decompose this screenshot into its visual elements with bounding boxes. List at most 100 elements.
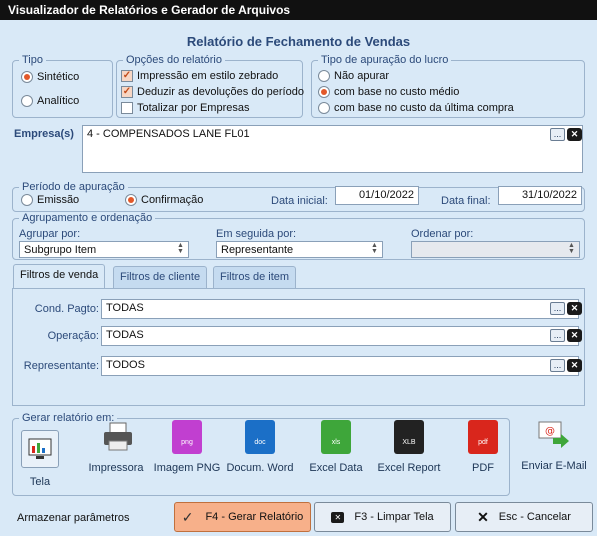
periodo-legend: Período de apuração bbox=[19, 181, 128, 193]
empresas-browse-button[interactable]: ... bbox=[550, 128, 565, 141]
svg-text:@: @ bbox=[545, 426, 555, 437]
operacao-browse-button[interactable]: ... bbox=[550, 329, 565, 342]
output-tela-label: Tela bbox=[29, 476, 51, 488]
cancelar-label: Esc - Cancelar bbox=[498, 511, 571, 523]
cond-pagto-clear-button[interactable]: ✕ bbox=[567, 302, 582, 315]
filtro-operacao-label: Operação: bbox=[47, 330, 99, 342]
lucro-custo-medio-radio[interactable]: com base no custo médio bbox=[318, 86, 459, 98]
output-word-button[interactable]: doc Docum. Word bbox=[225, 420, 295, 474]
email-send-icon: @ bbox=[537, 418, 571, 452]
ordenar-label: Ordenar por: bbox=[411, 228, 474, 240]
data-inicial-input[interactable]: 01/10/2022 bbox=[335, 186, 419, 205]
excel-file-icon: xls bbox=[321, 420, 351, 454]
output-excel-report-label: Excel Report bbox=[377, 462, 441, 474]
doc-tag: doc bbox=[254, 439, 266, 446]
xls-tag: xls bbox=[331, 439, 341, 446]
checkmark-icon: ✓ bbox=[121, 86, 133, 98]
lucro-ultima-compra-radio[interactable]: com base no custo da última compra bbox=[318, 102, 514, 114]
tab-filtros-venda[interactable]: Filtros de venda bbox=[13, 264, 106, 288]
tipo-legend: Tipo bbox=[19, 54, 46, 66]
agrupamento-legend: Agrupamento e ordenação bbox=[19, 212, 156, 224]
armazenar-parametros-label: Armazenar parâmetros bbox=[17, 512, 130, 524]
spin-arrows-icon: ▲ ▼ bbox=[371, 242, 378, 255]
output-pdf-button[interactable]: pdf PDF bbox=[448, 420, 518, 474]
periodo-group: Período de apuração Emissão Confirmação … bbox=[12, 181, 585, 212]
operacao-clear-button[interactable]: ✕ bbox=[567, 329, 582, 342]
output-excel-report-button[interactable]: XLB Excel Report bbox=[374, 420, 444, 474]
output-pdf-label: PDF bbox=[472, 462, 494, 474]
agrupar-label: Agrupar por: bbox=[19, 228, 81, 240]
report-window: Relatório de Fechamento de Vendas Tipo S… bbox=[0, 20, 597, 536]
opcoes-legend: Opções do relatório bbox=[123, 54, 225, 66]
tab-filtros-item[interactable]: Filtros de item bbox=[213, 266, 297, 288]
data-inicial-label: Data inicial: bbox=[271, 195, 328, 207]
filtro-operacao-field[interactable]: TODAS bbox=[101, 326, 579, 346]
lucro-nao-apurar-radio[interactable]: Não apurar bbox=[318, 70, 389, 82]
xlb-file-icon: XLB bbox=[394, 420, 424, 454]
output-impressora-button[interactable]: Impressora bbox=[81, 420, 151, 474]
output-png-label: Imagem PNG bbox=[153, 462, 221, 474]
periodo-confirmacao-label: Confirmação bbox=[141, 194, 204, 206]
ordenar-select[interactable]: ▲ ▼ bbox=[411, 241, 580, 258]
filtro-cond-pagto-value: TODAS bbox=[106, 302, 144, 314]
lucro-ultima-compra-label: com base no custo da última compra bbox=[334, 102, 514, 114]
agrupar-select[interactable]: Subgrupo Item ▲ ▼ bbox=[19, 241, 189, 258]
filtro-representante-field[interactable]: TODOS bbox=[101, 356, 579, 376]
output-tela-button[interactable]: Tela bbox=[5, 430, 75, 488]
data-final-label: Data final: bbox=[441, 195, 491, 207]
gerar-relatorio-label: F4 - Gerar Relatório bbox=[205, 511, 304, 523]
filtro-cond-pagto-field[interactable]: TODAS bbox=[101, 299, 579, 319]
periodo-emissao-radio[interactable]: Emissão bbox=[21, 194, 79, 206]
opcao-totalizar-checkbox[interactable]: Totalizar por Empresas bbox=[121, 102, 250, 114]
limpar-tela-button[interactable]: ✕ F3 - Limpar Tela bbox=[314, 502, 451, 532]
apuracao-lucro-group: Tipo de apuração do lucro Não apurar com… bbox=[311, 54, 585, 118]
output-excel-data-label: Excel Data bbox=[309, 462, 363, 474]
empresas-field[interactable]: 4 - COMPENSADOS LANE FL01 bbox=[82, 125, 583, 173]
opcao-devolucoes-checkbox[interactable]: ✓ Deduzir as devoluções do período bbox=[121, 86, 304, 98]
window-title: Visualizador de Relatórios e Gerador de … bbox=[0, 0, 597, 20]
output-word-label: Docum. Word bbox=[226, 462, 294, 474]
filtro-operacao-value: TODAS bbox=[106, 329, 144, 341]
opcao-devolucoes-label: Deduzir as devoluções do período bbox=[137, 86, 304, 98]
filtros-panel: Cond. Pagto: TODAS ... ✕ Operação: TODAS… bbox=[12, 288, 585, 406]
cancelar-button[interactable]: ✕ Esc - Cancelar bbox=[455, 502, 593, 532]
data-final-input[interactable]: 31/10/2022 bbox=[498, 186, 582, 205]
gerar-relatorio-button[interactable]: ✓ F4 - Gerar Relatório bbox=[174, 502, 311, 532]
cond-pagto-browse-button[interactable]: ... bbox=[550, 302, 565, 315]
radio-empty-icon bbox=[21, 194, 33, 206]
filtro-representante-label: Representante: bbox=[23, 360, 99, 372]
lucro-nao-apurar-label: Não apurar bbox=[334, 70, 390, 82]
output-impressora-label: Impressora bbox=[88, 462, 144, 474]
report-title: Relatório de Fechamento de Vendas bbox=[186, 34, 411, 49]
tipo-analitico-radio[interactable]: Analítico bbox=[21, 95, 79, 107]
representante-browse-button[interactable]: ... bbox=[550, 359, 565, 372]
output-excel-data-button[interactable]: xls Excel Data bbox=[301, 420, 371, 474]
word-file-icon: doc bbox=[245, 420, 275, 454]
lucro-custo-medio-label: com base no custo médio bbox=[334, 86, 460, 98]
screen-chart-icon bbox=[21, 430, 59, 468]
enviar-email-label: Enviar E-Mail bbox=[521, 460, 587, 472]
tipo-sintetico-radio[interactable]: Sintético bbox=[21, 71, 79, 83]
opcao-zebrado-checkbox[interactable]: ✓ Impressão em estilo zebrado bbox=[121, 70, 278, 82]
empresas-label: Empresa(s) bbox=[14, 128, 74, 140]
seguida-value: Representante bbox=[221, 244, 294, 256]
agrupar-value: Subgrupo Item bbox=[24, 244, 97, 256]
tipo-analitico-label: Analítico bbox=[37, 95, 80, 107]
limpar-tela-label: F3 - Limpar Tela bbox=[354, 511, 434, 523]
representante-clear-button[interactable]: ✕ bbox=[567, 359, 582, 372]
enviar-email-button[interactable]: @ Enviar E-Mail bbox=[517, 418, 591, 472]
radio-selected-icon bbox=[21, 71, 33, 83]
radio-selected-icon bbox=[125, 194, 137, 206]
apuracao-lucro-legend: Tipo de apuração do lucro bbox=[318, 54, 452, 66]
opcao-totalizar-label: Totalizar por Empresas bbox=[137, 102, 250, 114]
output-png-button[interactable]: png Imagem PNG bbox=[152, 420, 222, 474]
periodo-confirmacao-radio[interactable]: Confirmação bbox=[125, 194, 203, 206]
tipo-sintetico-label: Sintético bbox=[37, 71, 80, 83]
seguida-select[interactable]: Representante ▲ ▼ bbox=[216, 241, 383, 258]
empresas-clear-button[interactable]: ✕ bbox=[567, 128, 582, 141]
filtro-cond-pagto-label: Cond. Pagto: bbox=[34, 303, 99, 315]
tab-filtros-cliente[interactable]: Filtros de cliente bbox=[113, 266, 208, 288]
spin-arrows-icon: ▲ ▼ bbox=[177, 242, 184, 255]
filtro-representante-value: TODOS bbox=[106, 359, 145, 371]
periodo-emissao-label: Emissão bbox=[37, 194, 80, 206]
